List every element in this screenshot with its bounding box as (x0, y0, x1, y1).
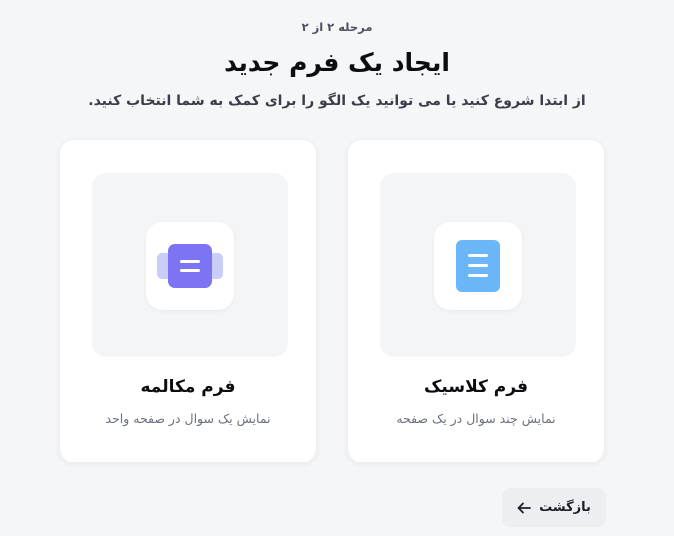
back-button-label: بازگشت (539, 500, 591, 515)
conversational-form-description: نمایش یک سوال در صفحه واحد (105, 411, 271, 426)
page-subtitle: از ابتدا شروع کنید یا می توانید یک الگو … (88, 93, 586, 109)
conversation-slides-icon (168, 244, 212, 288)
page-title: ایجاد یک فرم جدید (224, 48, 450, 77)
conversational-form-icon-tile (146, 222, 234, 310)
conversational-form-title: فرم مکالمه (140, 377, 236, 397)
back-button[interactable]: بازگشت (502, 488, 606, 527)
classic-form-title: فرم کلاسیک (424, 377, 528, 397)
conversational-form-preview (92, 173, 288, 357)
classic-form-description: نمایش چند سوال در یک صفحه (396, 411, 556, 426)
classic-form-icon-tile (434, 222, 522, 310)
step-indicator: مرحله ۲ از ۲ (301, 20, 373, 34)
classic-form-preview (380, 173, 576, 357)
conversational-form-card[interactable]: فرم مکالمه نمایش یک سوال در صفحه واحد (59, 139, 317, 463)
document-lines-icon (456, 240, 500, 292)
classic-form-card[interactable]: فرم کلاسیک نمایش چند سوال در یک صفحه (347, 139, 605, 463)
create-form-page: مرحله ۲ از ۲ ایجاد یک فرم جدید از ابتدا … (0, 0, 674, 536)
arrow-left-icon (517, 502, 532, 514)
